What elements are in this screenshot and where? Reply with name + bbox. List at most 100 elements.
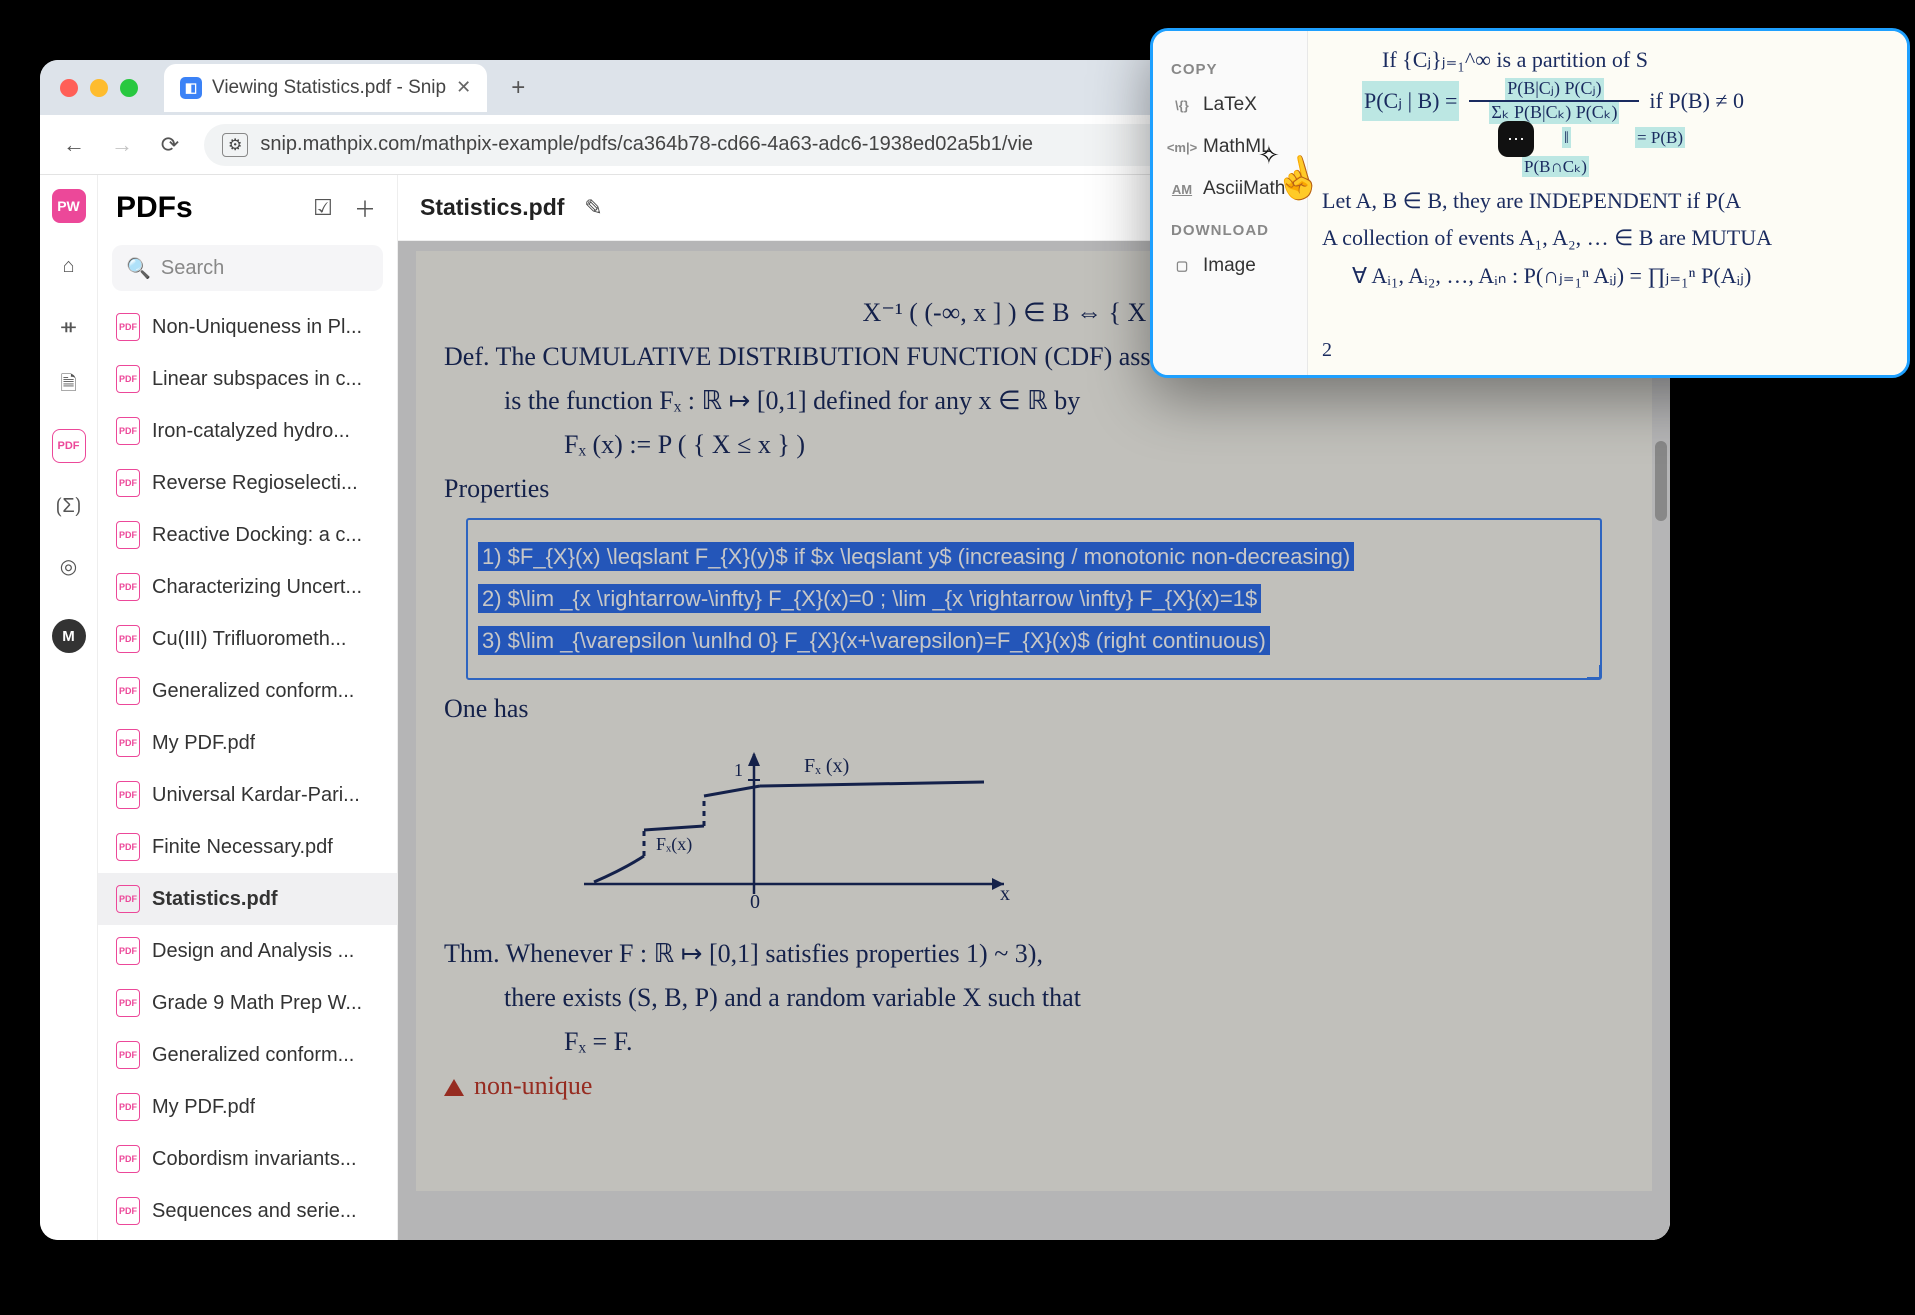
file-name: Iron-catalyzed hydro... [152,420,350,443]
note-text: P(Cⱼ | B) = [1362,81,1459,120]
resize-handle-icon[interactable] [1587,665,1601,679]
tab-title: Viewing Statistics.pdf - Snip [212,77,446,99]
file-item[interactable]: PDFCobordism invariants... [98,1133,397,1185]
logo-icon[interactable]: PW [52,189,86,223]
copy-latex-item[interactable]: \{} LaTeX [1153,84,1307,126]
file-item[interactable]: PDFGrade 9 Math Prep W... [98,977,397,1029]
page-text: Thm. Whenever F : ℝ ↦ [0,1] satisfies pr… [444,939,1624,969]
back-button[interactable]: ← [60,131,88,159]
copy-asciimath-item[interactable]: AM AsciiMath [1153,168,1307,210]
note-text: ∀ Aᵢ₁, Aᵢ₂, …, Aᵢₙ : P(∩ⱼ₌₁ⁿ Aᵢⱼ) = ∏ⱼ₌₁… [1322,257,1893,294]
pdf-icon: PDF [116,1145,140,1173]
minimize-window-button[interactable] [90,79,108,97]
pdf-icon: PDF [116,885,140,913]
warning-text: non-unique [444,1071,1624,1101]
copy-mathml-item[interactable]: <m|> MathML [1153,126,1307,168]
svg-text:x: x [1000,883,1010,905]
scan-icon[interactable]: ⟮Σ⟯ [52,489,86,523]
note-text: If {Cⱼ}ⱼ₌₁^∞ is a partition of S [1322,41,1893,78]
file-name: Reactive Docking: a c... [152,524,362,547]
pdf-icon: PDF [116,833,140,861]
file-item[interactable]: PDFDesign and Analysis ... [98,925,397,977]
note-text: if P(B) ≠ 0 [1649,82,1744,119]
download-image-item[interactable]: ▢ Image [1153,245,1307,287]
page-text: Fₓ (x) := P ( { X ≤ x } ) [444,430,1624,460]
document-viewport[interactable]: ↕ X⁻¹ ( (-∞, x ] ) ∈ B ⇔ { X ≤ x } Def. … [398,241,1670,1240]
file-item[interactable]: PDFGeneralized conform... [98,665,397,717]
reload-button[interactable]: ⟳ [156,131,184,159]
scrollbar-thumb[interactable] [1655,441,1667,521]
pdf-icon: PDF [116,781,140,809]
popup-section-download: DOWNLOAD [1153,216,1307,245]
avatar[interactable]: M [52,619,86,653]
forward-button[interactable]: → [108,131,136,159]
svg-text:Fₓ(x): Fₓ(x) [656,834,692,855]
file-item[interactable]: PDFCu(III) Trifluorometh... [98,613,397,665]
note-text: Let A, B ∈ B, they are INDEPENDENT if P(… [1322,182,1893,219]
file-item[interactable]: PDFSequences and serie... [98,1185,397,1237]
close-window-button[interactable] [60,79,78,97]
maximize-window-button[interactable] [120,79,138,97]
page-number: 2 [1322,333,1332,367]
file-name: Universal Kardar-Pari... [152,784,360,807]
document-title: Statistics.pdf [420,194,564,221]
selection-text: 2) $\lim _{x \rightarrow-\infty} F_{X}(x… [478,584,1261,613]
search-placeholder: Search [161,257,224,280]
file-item[interactable]: PDF Generalized conform... [98,1029,397,1081]
selection-text: 3) $\lim _{\varepsilon \unlhd 0} F_{X}(x… [478,626,1270,655]
file-item[interactable]: PDFReverse Regioselecti... [98,457,397,509]
home-icon[interactable]: ⌂ [52,249,86,283]
new-tab-button[interactable]: + [501,71,535,105]
pdf-nav-icon[interactable]: PDF [52,429,86,463]
close-tab-button[interactable]: ✕ [456,77,471,98]
asciimath-icon: AM [1171,180,1193,198]
edit-title-icon[interactable]: ✎ [578,193,608,223]
popup-menu: COPY \{} LaTeX <m|> MathML AM AsciiMath … [1153,31,1308,375]
file-item[interactable]: PDFMy PDF.pdf [98,1081,397,1133]
pdf-icon: PDF [116,1041,140,1069]
file-item[interactable]: PDFFinite Necessary.pdf [98,821,397,873]
favicon-icon: ◧ [180,77,202,99]
file-item[interactable]: PDFStatistics.pdf [98,873,397,925]
document-icon[interactable]: 🗎 [52,369,86,403]
selection-box[interactable]: 1) $F_{X}(x) \leqslant F_{X}(y)$ if $x \… [466,518,1602,680]
pdf-icon: PDF [116,625,140,653]
note-text: A collection of events A₁, A₂, … ∈ B are… [1322,219,1893,256]
file-item[interactable]: PDF Non-Uniqueness in Pl... [98,301,397,353]
file-item[interactable]: PDFIron-catalyzed hydro... [98,405,397,457]
page-text: there exists (S, B, P) and a random vari… [444,983,1624,1013]
file-item[interactable]: PDFCharacterizing Uncert... [98,561,397,613]
svg-text:0: 0 [750,891,760,913]
search-doc-icon[interactable]: ◎ [52,549,86,583]
page-text: Fₓ = F. [444,1027,1624,1057]
note-text: P(B∩Cₖ) [1522,156,1589,177]
pdf-icon: PDF [116,1093,140,1121]
left-rail: PW ⌂ ᚑ 🗎 PDF ⟮Σ⟯ ◎ M [40,175,98,1240]
panel-title: PDFs [116,191,295,225]
browser-tab[interactable]: ◧ Viewing Statistics.pdf - Snip ✕ [164,64,487,112]
file-item[interactable]: PDF Universal Kardar-Pari... [98,769,397,821]
select-mode-icon[interactable]: ☑ [309,194,337,222]
image-icon: ▢ [1171,257,1193,275]
add-file-button[interactable]: ＋ [351,194,379,222]
page-text: is the function Fₓ : ℝ ↦ [0,1] defined f… [444,386,1624,416]
search-input[interactable]: 🔍 Search [112,245,383,291]
pdf-icon: PDF [116,469,140,497]
file-name: Characterizing Uncert... [152,576,362,599]
site-settings-icon[interactable]: ⚙ [222,133,248,157]
menu-label: LaTeX [1203,94,1257,116]
tree-icon[interactable]: ᚑ [52,309,86,343]
file-name: Non-Uniqueness in Pl... [152,316,362,339]
file-item[interactable]: PDFReactive Docking: a c... [98,509,397,561]
note-text: ‖ [1562,127,1571,148]
search-icon: 🔍 [126,256,151,281]
pdf-icon: PDF [116,313,140,341]
export-popup: COPY \{} LaTeX <m|> MathML AM AsciiMath … [1150,28,1910,378]
file-list[interactable]: PDF Non-Uniqueness in Pl... PDFLinear subs… [98,301,397,1240]
file-item[interactable]: PDFMy PDF.pdf [98,717,397,769]
menu-label: Image [1203,255,1256,277]
file-item[interactable]: PDFLinear subspaces in c... [98,353,397,405]
file-name: Generalized conform... [152,1044,354,1067]
app-menu-button[interactable]: ⋯ [1498,121,1534,157]
file-name: Grade 9 Math Prep W... [152,992,362,1015]
